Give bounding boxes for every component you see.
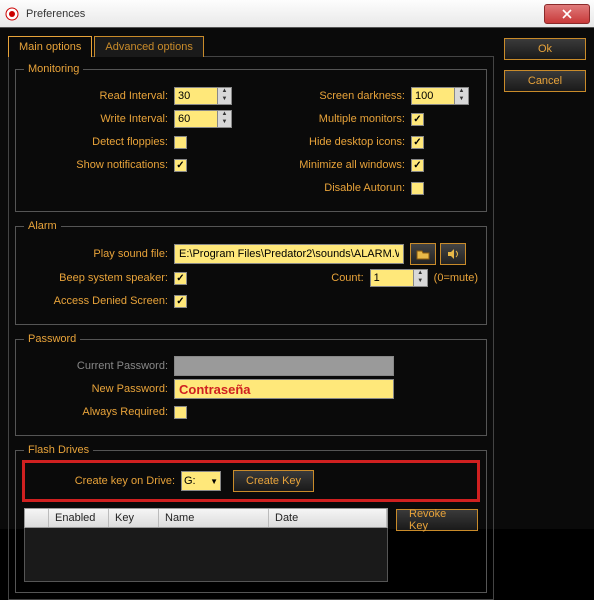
tab-advanced-options[interactable]: Advanced options (94, 36, 203, 57)
monitoring-group: Monitoring Read Interval: ▲▼ Write Interv… (15, 63, 487, 212)
col-date[interactable]: Date (269, 509, 387, 527)
play-sound-label: Play sound file: (24, 248, 174, 260)
new-password-label: New Password: (24, 383, 174, 395)
disable-autorun-label: Disable Autorun: (251, 182, 411, 194)
new-password-input[interactable]: Contraseña (174, 379, 394, 399)
flash-drives-legend: Flash Drives (24, 444, 93, 456)
create-key-button[interactable]: Create Key (233, 470, 314, 492)
detect-floppies-label: Detect floppies: (24, 136, 174, 148)
screen-darkness-label: Screen darkness: (251, 90, 411, 102)
keys-table-header: Enabled Key Name Date (24, 508, 388, 528)
count-label: Count: (320, 272, 370, 284)
tab-main-options[interactable]: Main options (8, 36, 92, 57)
beep-speaker-checkbox[interactable]: ✓ (174, 272, 187, 285)
multiple-monitors-checkbox[interactable]: ✓ (411, 113, 424, 126)
read-interval-spinner[interactable]: ▲▼ (218, 87, 232, 105)
hide-desktop-icons-checkbox[interactable]: ✓ (411, 136, 424, 149)
alarm-legend: Alarm (24, 220, 61, 232)
disable-autorun-checkbox[interactable] (411, 182, 424, 195)
sound-file-input[interactable] (174, 244, 404, 264)
access-denied-checkbox[interactable]: ✓ (174, 295, 187, 308)
write-interval-spinner[interactable]: ▲▼ (218, 110, 232, 128)
beep-speaker-label: Beep system speaker: (24, 272, 174, 284)
window-title: Preferences (26, 8, 85, 20)
drive-select[interactable]: G:▼ (181, 471, 221, 491)
always-required-label: Always Required: (24, 406, 174, 418)
detect-floppies-checkbox[interactable] (174, 136, 187, 149)
count-note: (0=mute) (434, 272, 478, 284)
count-spinner[interactable]: ▲▼ (414, 269, 428, 287)
monitoring-legend: Monitoring (24, 63, 83, 75)
ok-button[interactable]: Ok (504, 38, 586, 60)
show-notifications-checkbox[interactable]: ✓ (174, 159, 187, 172)
read-interval-label: Read Interval: (24, 90, 174, 102)
titlebar: Preferences (0, 0, 594, 28)
revoke-key-button[interactable]: Revoke Key (396, 509, 478, 531)
play-sound-button[interactable] (440, 243, 466, 265)
tab-strip: Main options Advanced options (8, 36, 494, 57)
create-key-highlight: Create key on Drive: G:▼ Create Key (22, 460, 480, 502)
close-button[interactable] (544, 4, 590, 24)
app-icon (4, 6, 20, 22)
screen-darkness-input[interactable] (411, 87, 455, 105)
read-interval-input[interactable] (174, 87, 218, 105)
keys-table-body[interactable] (24, 528, 388, 582)
always-required-checkbox[interactable] (174, 406, 187, 419)
write-interval-input[interactable] (174, 110, 218, 128)
current-password-label: Current Password: (24, 360, 174, 372)
hide-desktop-icons-label: Hide desktop icons: (251, 136, 411, 148)
alarm-group: Alarm Play sound file: Beep system speak… (15, 220, 487, 325)
write-interval-label: Write Interval: (24, 113, 174, 125)
flash-drives-group: Flash Drives Create key on Drive: G:▼ Cr… (15, 444, 487, 593)
screen-darkness-spinner[interactable]: ▲▼ (455, 87, 469, 105)
col-enabled[interactable]: Enabled (49, 509, 109, 527)
access-denied-label: Access Denied Screen: (24, 295, 174, 307)
multiple-monitors-label: Multiple monitors: (251, 113, 411, 125)
password-group: Password Current Password: New Password:… (15, 333, 487, 436)
cancel-button[interactable]: Cancel (504, 70, 586, 92)
current-password-input[interactable] (174, 356, 394, 376)
create-key-drive-label: Create key on Drive: (31, 475, 181, 487)
minimize-windows-checkbox[interactable]: ✓ (411, 159, 424, 172)
password-legend: Password (24, 333, 80, 345)
show-notifications-label: Show notifications: (24, 159, 174, 171)
minimize-windows-label: Minimize all windows: (251, 159, 411, 171)
browse-sound-button[interactable] (410, 243, 436, 265)
count-input[interactable] (370, 269, 414, 287)
col-key[interactable]: Key (109, 509, 159, 527)
col-name[interactable]: Name (159, 509, 269, 527)
